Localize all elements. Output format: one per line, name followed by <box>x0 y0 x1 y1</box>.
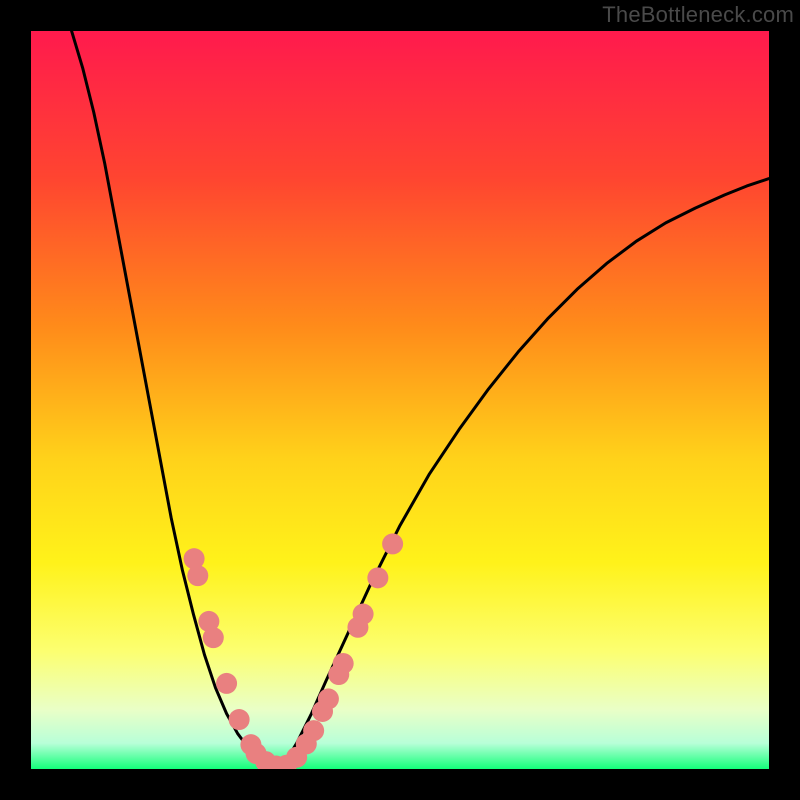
marker-dot <box>333 653 354 674</box>
marker-dot <box>229 709 250 730</box>
attribution-text: TheBottleneck.com <box>602 2 794 28</box>
marker-dot <box>203 627 224 648</box>
marker-dot <box>367 567 388 588</box>
plot-svg <box>31 31 769 769</box>
marker-dot <box>216 673 237 694</box>
gradient-background <box>31 31 769 769</box>
marker-dot <box>318 688 339 709</box>
marker-dot <box>382 533 403 554</box>
marker-dot <box>303 720 324 741</box>
plot-area <box>31 31 769 769</box>
marker-dot <box>187 565 208 586</box>
marker-dot <box>353 604 374 625</box>
chart-frame: TheBottleneck.com <box>0 0 800 800</box>
